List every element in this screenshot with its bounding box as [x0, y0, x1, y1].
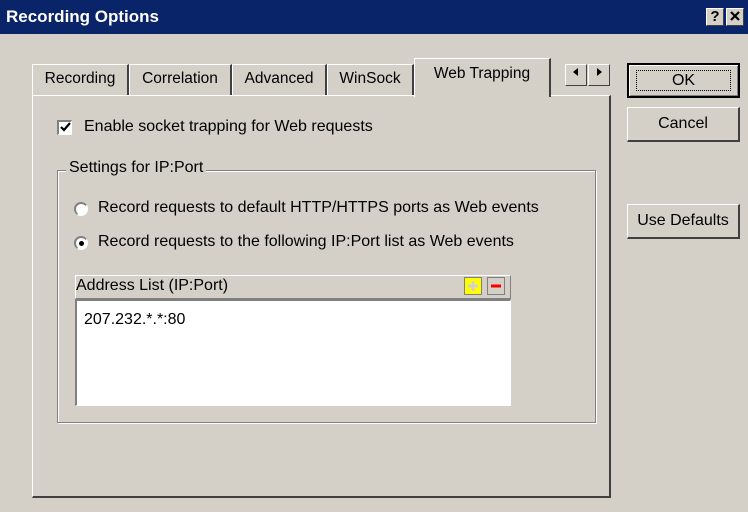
close-button[interactable] — [726, 8, 744, 26]
tab-recording[interactable]: Recording — [32, 64, 129, 95]
radio-default-ports[interactable] — [74, 202, 88, 216]
enable-socket-trapping-label: Enable socket trapping for Web requests — [84, 118, 373, 135]
arrow-left-icon — [573, 68, 578, 76]
radio-ip-port-list[interactable] — [74, 236, 88, 250]
remove-address-button[interactable] — [487, 277, 505, 295]
title-bar: Recording Options ? — [0, 0, 748, 34]
radio-default-ports-label: Record requests to default HTTP/HTTPS po… — [98, 199, 539, 216]
tab-scroll-controls — [565, 64, 611, 86]
focus-rectangle — [636, 70, 731, 91]
help-button[interactable]: ? — [706, 8, 724, 26]
tab-web-trapping[interactable]: Web Trapping — [414, 58, 551, 97]
use-defaults-button[interactable]: Use Defaults — [627, 204, 740, 239]
radio-selected-dot — [79, 241, 84, 246]
ok-button[interactable]: OK — [627, 63, 740, 98]
tab-scroll-left-button[interactable] — [565, 64, 587, 86]
radio-ip-port-list-label: Record requests to the following IP:Port… — [98, 233, 514, 250]
tab-scroll-right-button[interactable] — [588, 64, 610, 86]
add-address-button[interactable] — [464, 277, 482, 295]
tab-advanced[interactable]: Advanced — [232, 64, 327, 95]
close-icon — [730, 11, 740, 21]
checkmark-icon — [59, 122, 71, 132]
minus-icon — [491, 284, 501, 288]
cancel-button[interactable]: Cancel — [627, 107, 740, 142]
tab-winsock[interactable]: WinSock — [327, 64, 414, 95]
arrow-right-icon — [597, 68, 602, 76]
address-list-header-label: Address List (IP:Port) — [76, 277, 229, 294]
enable-socket-trapping-checkbox[interactable] — [57, 120, 72, 135]
list-item[interactable]: 207.232.*.*:80 — [84, 311, 185, 329]
tab-correlation[interactable]: Correlation — [129, 64, 232, 95]
plus-icon — [465, 278, 481, 294]
group-title: Settings for IP:Port — [66, 159, 207, 177]
window-title: Recording Options — [6, 7, 159, 26]
